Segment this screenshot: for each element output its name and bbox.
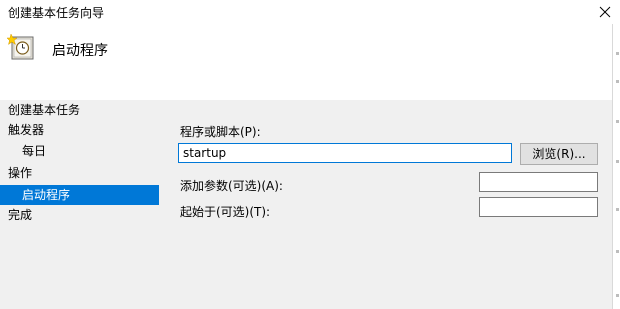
title-bar: 创建基本任务向导 xyxy=(0,0,620,24)
right-border xyxy=(612,24,620,309)
add-arguments-input[interactable] xyxy=(479,172,598,192)
step-start-program[interactable]: 启动程序 xyxy=(0,185,159,205)
step-action[interactable]: 操作 xyxy=(0,163,159,183)
step-daily[interactable]: 每日 xyxy=(0,141,159,161)
wizard-header: 启动程序 xyxy=(0,24,612,100)
start-in-input[interactable] xyxy=(479,197,598,217)
task-clock-icon xyxy=(6,33,34,60)
window-title: 创建基本任务向导 xyxy=(8,6,105,20)
wizard-steps-sidebar: 创建基本任务 触发器 每日 操作 启动程序 完成 xyxy=(0,100,170,309)
page-title: 启动程序 xyxy=(52,43,108,59)
add-arguments-label: 添加参数(可选)(A): xyxy=(180,179,283,193)
step-create-basic-task[interactable]: 创建基本任务 xyxy=(0,100,159,120)
browse-button[interactable]: 浏览(R)... xyxy=(520,143,598,165)
step-finish[interactable]: 完成 xyxy=(0,205,159,225)
close-button[interactable] xyxy=(590,0,620,24)
program-script-label: 程序或脚本(P): xyxy=(180,125,261,139)
program-script-input[interactable] xyxy=(178,143,512,163)
wizard-window: 创建基本任务向导 启动程序 创建基本任务 触发器 每日 操作 启动程序 完成 程… xyxy=(0,0,620,309)
step-trigger[interactable]: 触发器 xyxy=(0,120,159,140)
wizard-content: 程序或脚本(P): 浏览(R)... 添加参数(可选)(A): 起始于(可选)(… xyxy=(170,100,612,309)
close-icon xyxy=(599,6,611,18)
start-in-label: 起始于(可选)(T): xyxy=(180,205,271,219)
